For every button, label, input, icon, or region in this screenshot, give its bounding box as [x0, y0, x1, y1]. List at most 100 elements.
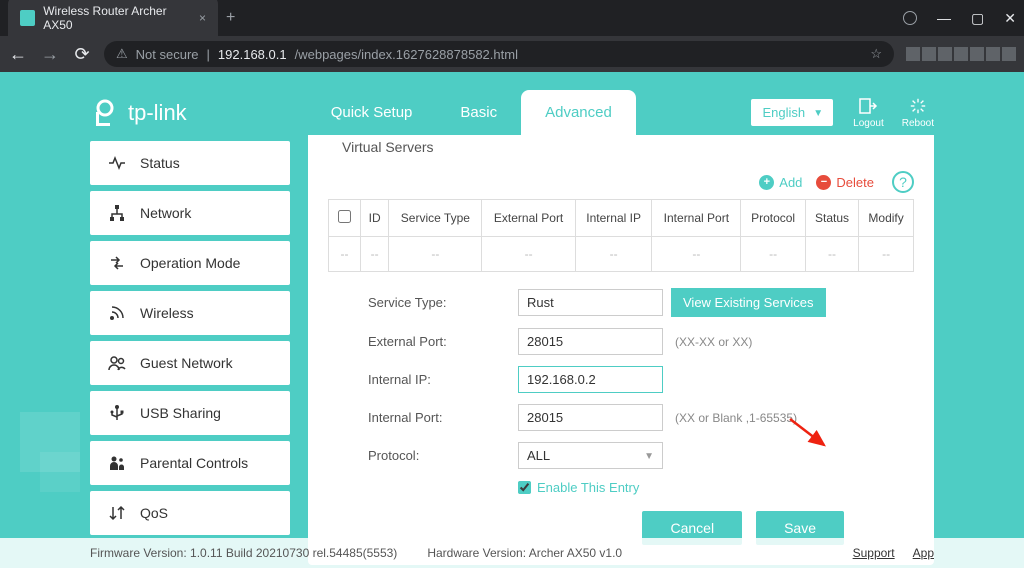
external-port-label: External Port: [368, 334, 518, 349]
enable-entry-checkbox[interactable] [518, 481, 531, 494]
window-controls: — ▢ ✕ [903, 10, 1016, 27]
language-value: English [763, 105, 806, 120]
protocol-select[interactable]: ALL ▼ [518, 442, 663, 469]
close-window-icon[interactable]: ✕ [1004, 10, 1016, 27]
protocol-value: ALL [527, 448, 550, 463]
delete-button[interactable]: −Delete [816, 175, 874, 190]
col-id: ID [361, 200, 389, 237]
tab-basic[interactable]: Basic [436, 90, 521, 135]
logo-text: tp-link [128, 100, 187, 126]
guest-network-icon [108, 354, 126, 372]
back-button[interactable]: ← [8, 44, 28, 65]
reboot-icon [908, 97, 928, 115]
forward-button[interactable]: → [40, 44, 60, 65]
url-divider: | [207, 47, 210, 62]
sidebar-item-status[interactable]: Status [90, 141, 290, 185]
select-all-checkbox[interactable] [338, 210, 351, 223]
sidebar-item-usb-sharing[interactable]: USB Sharing [90, 391, 290, 435]
page-title: Virtual Servers [328, 135, 914, 165]
sidebar-label: Status [140, 155, 180, 171]
sidebar-label: Guest Network [140, 355, 233, 371]
sidebar-label: QoS [140, 505, 168, 521]
sidebar-item-parental-controls[interactable]: Parental Controls [90, 441, 290, 485]
wireless-icon [108, 304, 126, 322]
sidebar: Status Network Operation Mode Wireless G… [90, 141, 290, 565]
sidebar-item-wireless[interactable]: Wireless [90, 291, 290, 335]
col-protocol: Protocol [741, 200, 806, 237]
status-icon [108, 154, 126, 172]
col-status: Status [805, 200, 858, 237]
logout-label: Logout [853, 118, 884, 129]
delete-label: Delete [836, 175, 874, 190]
chevron-down-icon: ▼ [813, 108, 823, 119]
internal-port-input[interactable] [518, 404, 663, 431]
sidebar-item-operation-mode[interactable]: Operation Mode [90, 241, 290, 285]
sidebar-label: Operation Mode [140, 255, 240, 271]
sidebar-item-qos[interactable]: QoS [90, 491, 290, 535]
url-host: 192.168.0.1 [218, 47, 287, 62]
language-select[interactable]: English ▼ [751, 99, 834, 126]
logout-icon [858, 97, 878, 115]
minimize-icon[interactable]: — [937, 10, 951, 26]
internal-ip-label: Internal IP: [368, 372, 518, 387]
app-link[interactable]: App [913, 546, 934, 560]
usb-icon [108, 404, 126, 422]
add-label: Add [779, 175, 802, 190]
internal-port-hint: (XX or Blank ,1-65535) [675, 411, 797, 425]
tab-favicon-icon [20, 10, 35, 26]
external-port-hint: (XX-XX or XX) [675, 335, 752, 349]
entry-form: Service Type: View Existing Services Ext… [328, 272, 914, 551]
col-service-type: Service Type [389, 200, 482, 237]
main-panel: Virtual Servers + Add −Delete ? ID Servic… [308, 135, 934, 565]
security-label: Not secure [136, 47, 199, 62]
service-type-label: Service Type: [368, 295, 518, 310]
warning-icon: ⚠ [116, 46, 128, 62]
address-bar: ← → ⟳ ⚠ Not secure | 192.168.0.1/webpage… [0, 36, 1024, 72]
logo: tp-link [90, 98, 187, 128]
logo-icon [90, 98, 120, 128]
protocol-label: Protocol: [368, 448, 518, 463]
browser-tab[interactable]: Wireless Router Archer AX50 × [8, 0, 218, 40]
col-internal-port: Internal Port [652, 200, 741, 237]
enable-entry-label: Enable This Entry [537, 480, 639, 495]
sidebar-label: USB Sharing [140, 405, 221, 421]
parental-icon [108, 454, 126, 472]
minus-icon: − [816, 175, 831, 190]
url-path: /webpages/index.1627628878582.html [295, 47, 518, 62]
reboot-label: Reboot [902, 118, 934, 129]
tab-bar: Wireless Router Archer AX50 × + — ▢ ✕ [0, 0, 1024, 36]
reload-button[interactable]: ⟳ [72, 44, 92, 65]
chevron-down-icon: ▼ [644, 451, 654, 462]
col-internal-ip: Internal IP [575, 200, 652, 237]
external-port-input[interactable] [518, 328, 663, 355]
account-icon[interactable] [903, 11, 917, 25]
tab-advanced[interactable]: Advanced [521, 90, 636, 135]
col-modify: Modify [859, 200, 914, 237]
col-external-port: External Port [482, 200, 575, 237]
add-button[interactable]: + Add [759, 175, 802, 190]
network-icon [108, 204, 126, 222]
internal-ip-input[interactable] [518, 366, 663, 393]
sidebar-item-network[interactable]: Network [90, 191, 290, 235]
url-input[interactable]: ⚠ Not secure | 192.168.0.1/webpages/inde… [104, 41, 894, 67]
new-tab-button[interactable]: + [226, 9, 235, 27]
plus-icon: + [759, 175, 774, 190]
logout-button[interactable]: Logout [853, 97, 884, 129]
hardware-version: Hardware Version: Archer AX50 v1.0 [427, 546, 622, 560]
close-tab-icon[interactable]: × [199, 11, 206, 25]
view-existing-button[interactable]: View Existing Services [671, 288, 826, 317]
maximize-icon[interactable]: ▢ [971, 10, 984, 27]
support-link[interactable]: Support [853, 546, 895, 560]
tab-quick-setup[interactable]: Quick Setup [307, 90, 437, 135]
table-row: -- -- -- -- -- -- -- -- -- [329, 237, 914, 272]
bookmark-icon[interactable]: ☆ [870, 46, 882, 62]
firmware-version: Firmware Version: 1.0.11 Build 20210730 … [90, 546, 397, 560]
service-type-input[interactable] [518, 289, 663, 316]
internal-port-label: Internal Port: [368, 410, 518, 425]
virtual-servers-table: ID Service Type External Port Internal I… [328, 199, 914, 272]
sidebar-item-guest-network[interactable]: Guest Network [90, 341, 290, 385]
qos-icon [108, 504, 126, 522]
extensions-area [906, 47, 1016, 61]
help-icon[interactable]: ? [892, 171, 914, 193]
reboot-button[interactable]: Reboot [902, 97, 934, 129]
